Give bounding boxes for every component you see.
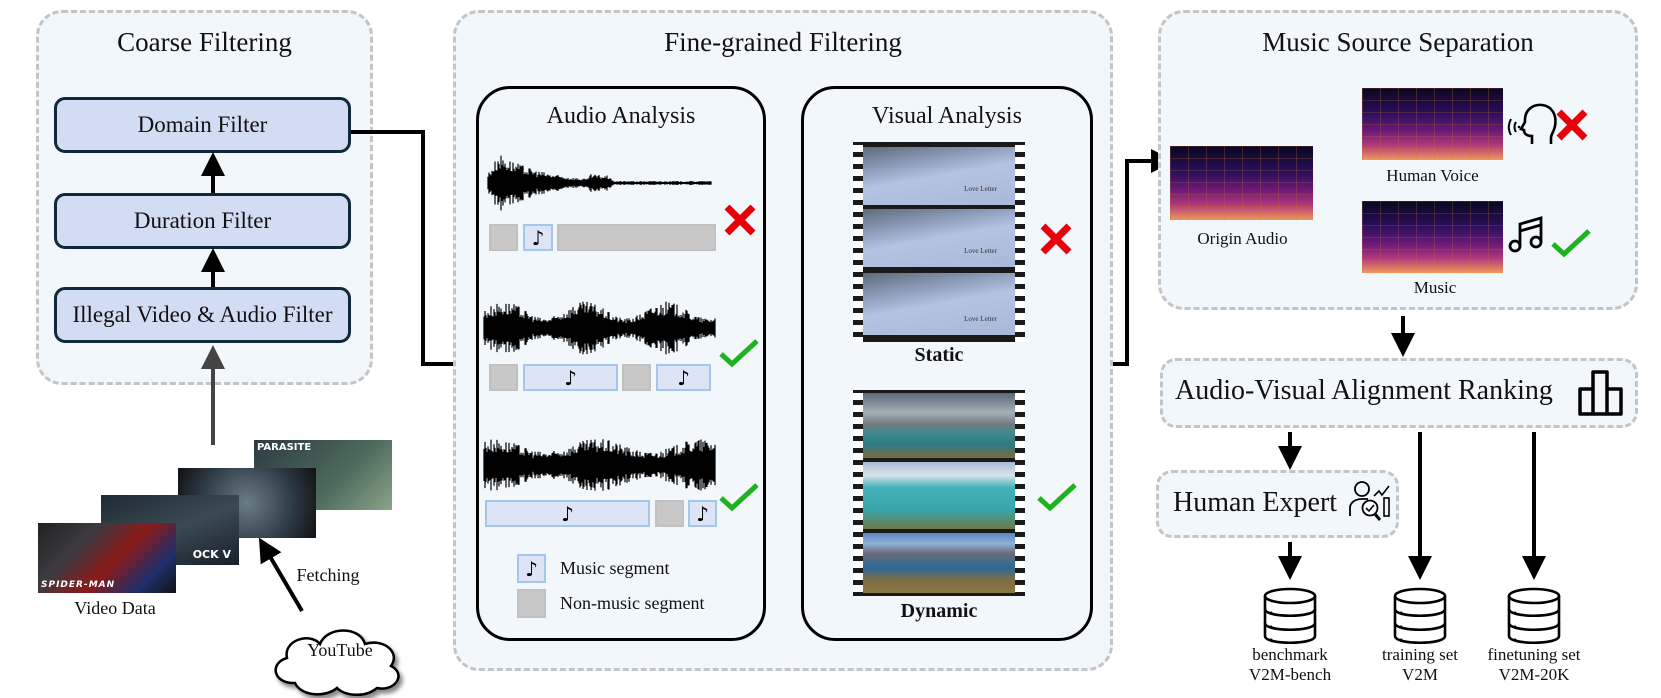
visual-reject-icon: [1040, 223, 1072, 255]
legend-non-music-label: Non-music segment: [560, 593, 705, 613]
poster-spider-man-title: SPIDER-MAN: [41, 580, 116, 590]
bar-chart-icon: [1578, 370, 1623, 416]
non-music-segment: [557, 224, 716, 251]
audio-accept-3-icon: [719, 483, 759, 512]
non-music-segment: [622, 364, 651, 391]
static-frame-3: Love Letter: [863, 273, 1015, 335]
music-segment: ♪: [485, 500, 650, 527]
output-name: training set: [1381, 645, 1458, 664]
non-music-segment: [489, 364, 518, 391]
music-note-icon: ♪: [677, 365, 690, 390]
film-sprockets-right: [1015, 390, 1025, 596]
audio-analysis-title: Audio Analysis: [546, 103, 696, 129]
database-icon: [1393, 587, 1447, 644]
training-label: training set V2M: [1360, 645, 1480, 686]
legend-music-swatch: ♪: [517, 554, 546, 583]
fetching-label: Fetching: [296, 565, 360, 585]
dynamic-frame-3: [863, 533, 1015, 593]
static-frame-caption: Love Letter: [964, 247, 997, 255]
expert-analysis-icon: [1349, 481, 1390, 521]
voice-reject-icon: [1556, 109, 1588, 141]
expert-title: Human Expert: [1173, 487, 1338, 518]
static-frame-caption: Love Letter: [964, 185, 997, 193]
visual-accept-icon: [1037, 483, 1077, 512]
music-label: Music: [1413, 278, 1457, 297]
output-name: finetuning set: [1487, 645, 1581, 664]
music-note-icon: ♪: [561, 501, 574, 526]
youtube-label: YouTube: [307, 640, 373, 660]
output-dataset: V2M: [1402, 665, 1438, 685]
static-film-strip[interactable]: Love Letter Love Letter Love Letter: [853, 142, 1025, 342]
origin-audio-label: Origin Audio: [1197, 229, 1288, 248]
output-dataset: V2M-20K: [1498, 665, 1570, 685]
finetuning-label: finetuning set V2M-20K: [1474, 645, 1594, 686]
benchmark-label: benchmark V2M-bench: [1230, 645, 1350, 686]
music-note-icon: ♪: [564, 365, 577, 390]
output-name: benchmark: [1252, 645, 1328, 664]
audio-accept-2-icon: [719, 339, 759, 368]
non-music-segment: [489, 224, 518, 251]
separation-title: Music Source Separation: [1262, 27, 1534, 57]
human-voice-spectrogram[interactable]: [1362, 88, 1503, 160]
legend-music-label: Music segment: [560, 558, 670, 578]
origin-audio-spectrogram[interactable]: [1170, 146, 1313, 220]
dynamic-label: Dynamic: [900, 600, 978, 622]
ranking-panel: Audio-Visual Alignment Ranking: [1160, 358, 1638, 428]
static-frame-caption: Love Letter: [964, 315, 997, 323]
film-sprockets-left: [853, 390, 863, 596]
ranking-title: Audio-Visual Alignment Ranking: [1175, 375, 1553, 406]
fine-grained-title: Fine-grained Filtering: [664, 27, 902, 57]
music-note-icon: ♪: [696, 501, 709, 526]
film-sprockets-right: [1015, 142, 1025, 342]
static-label: Static: [914, 344, 964, 366]
database-icon: [1507, 587, 1561, 644]
video-data-label: Video Data: [74, 598, 156, 618]
speaking-head-icon: [1507, 103, 1557, 144]
audio-reject-1-icon: [724, 204, 756, 236]
human-voice-label: Human Voice: [1386, 166, 1479, 185]
poster-sherlock-title: OCK V: [192, 548, 231, 561]
non-music-segment: [655, 500, 684, 527]
dynamic-film-strip[interactable]: [853, 390, 1025, 596]
legend-non-music-swatch: [517, 589, 546, 618]
waveform-1: [487, 155, 712, 211]
waveform-3: [483, 439, 716, 491]
visual-analysis-title: Visual Analysis: [872, 103, 1022, 129]
music-segment: ♪: [688, 500, 717, 527]
waveform-2: [483, 301, 716, 355]
static-frame-1: Love Letter: [863, 147, 1015, 205]
output-dataset: V2M-bench: [1248, 665, 1332, 685]
arrow-domain-to-fine: [351, 130, 480, 376]
database-icon: [1263, 587, 1317, 644]
film-sprockets-left: [853, 142, 863, 342]
music-note-icon: ♪: [531, 225, 545, 250]
music-spectrogram[interactable]: [1362, 201, 1503, 273]
music-segment: ♪: [523, 224, 553, 251]
dynamic-frame-1: [863, 393, 1015, 458]
music-segment: ♪: [656, 364, 711, 391]
poster-parasite-title: PARASITE: [257, 442, 312, 453]
music-note-icon: ♪: [525, 556, 538, 581]
music-notes-icon: [1508, 216, 1543, 253]
music-accept-icon: [1551, 229, 1591, 258]
dynamic-frame-2: [863, 462, 1015, 529]
poster-spider-man[interactable]: SPIDER-MAN: [38, 523, 176, 593]
music-segment: ♪: [523, 364, 618, 391]
static-frame-2: Love Letter: [863, 209, 1015, 267]
